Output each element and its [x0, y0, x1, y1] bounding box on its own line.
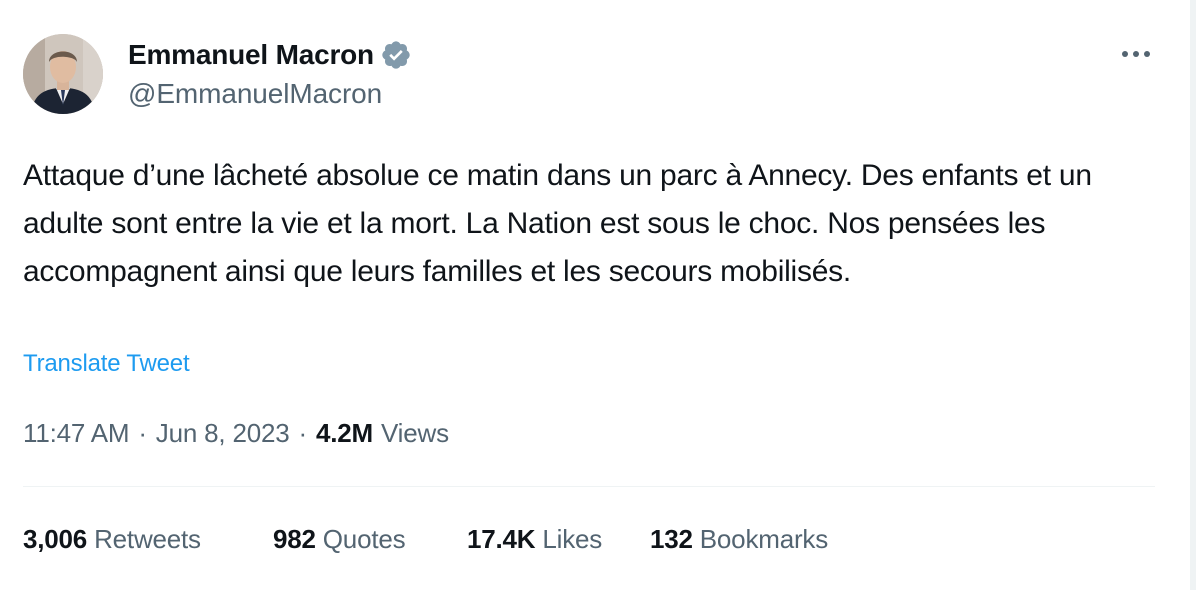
quotes-stat[interactable]: 982 Quotes [273, 524, 467, 555]
tweet-time[interactable]: 11:47 AM [23, 418, 130, 449]
bookmarks-count: 132 [650, 524, 693, 554]
tweet-date[interactable]: Jun 8, 2023 [156, 418, 290, 449]
likes-label: Likes [542, 524, 603, 554]
more-options-button[interactable] [1118, 40, 1154, 68]
bookmarks-label: Bookmarks [699, 524, 829, 554]
translate-tweet-link[interactable]: Translate Tweet [23, 350, 190, 378]
bookmarks-stat[interactable]: 132 Bookmarks [650, 524, 828, 555]
quotes-label: Quotes [322, 524, 406, 554]
retweets-label: Retweets [94, 524, 201, 554]
author-handle[interactable]: @EmmanuelMacron [128, 78, 412, 110]
views-label: Views [380, 418, 449, 448]
retweets-stat[interactable]: 3,006 Retweets [23, 524, 273, 555]
scrollbar-track [1190, 0, 1196, 590]
tweet-card: Emmanuel Macron @EmmanuelMacron Attaque … [0, 0, 1196, 590]
tweet-author: Emmanuel Macron @EmmanuelMacron [128, 38, 412, 110]
author-name-row: Emmanuel Macron [128, 38, 412, 72]
likes-count: 17.4K [467, 524, 536, 554]
divider [23, 486, 1155, 487]
tweet-text: Attaque d’une lâcheté absolue ce matin d… [23, 159, 1092, 288]
verified-badge-icon[interactable] [380, 39, 412, 71]
likes-stat[interactable]: 17.4K Likes [467, 524, 650, 555]
avatar[interactable] [23, 34, 103, 114]
meta-separator: · [298, 418, 308, 448]
tweet-metadata: 11:47 AM · Jun 8, 2023 · 4.2M Views [23, 418, 449, 449]
quotes-count: 982 [273, 524, 316, 554]
retweets-count: 3,006 [23, 524, 88, 554]
profile-photo-icon [23, 34, 103, 114]
tweet-stats: 3,006 Retweets 982 Quotes 17.4K Likes 13… [23, 524, 828, 555]
meta-separator: · [138, 418, 147, 448]
more-dots-icon [1122, 51, 1150, 57]
author-display-name[interactable]: Emmanuel Macron [128, 39, 374, 71]
views-count[interactable]: 4.2M [316, 418, 373, 449]
